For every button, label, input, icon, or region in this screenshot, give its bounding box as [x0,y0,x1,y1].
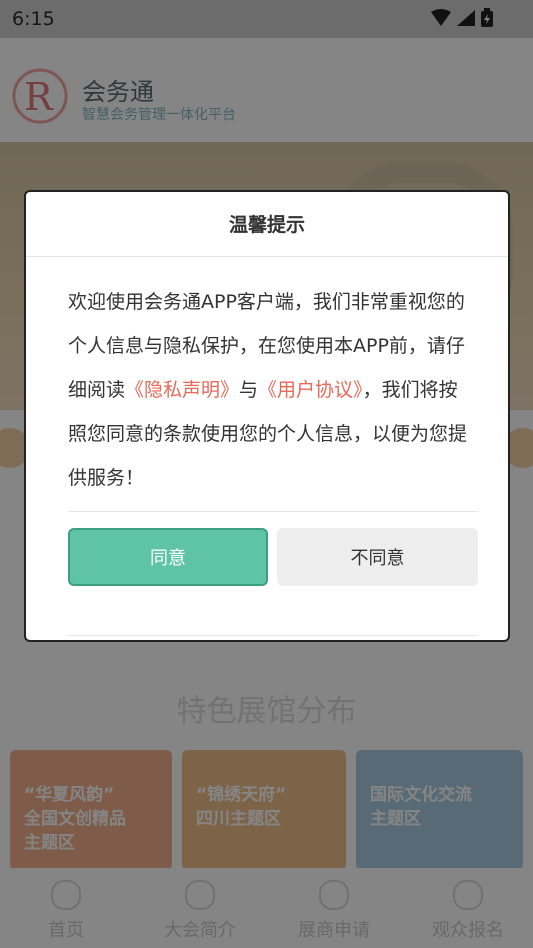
message-text: 与 [239,379,259,401]
privacy-dialog: 温馨提示 欢迎使用会务通APP客户端，我们非常重视您的个人信息与隐私保护，在您使… [24,190,510,642]
dialog-title: 温馨提示 [228,214,305,236]
divider [68,635,478,636]
disagree-button[interactable]: 不同意 [277,528,478,586]
divider [68,511,478,512]
agree-button[interactable]: 同意 [68,528,268,586]
dialog-message: 欢迎使用会务通APP客户端，我们非常重视您的个人信息与隐私保护，在您使用本APP… [68,280,470,500]
divider [26,256,508,257]
privacy-statement-link[interactable]: 《隐私声明》 [125,379,239,401]
user-agreement-link[interactable]: 《用户协议》 [258,379,363,401]
